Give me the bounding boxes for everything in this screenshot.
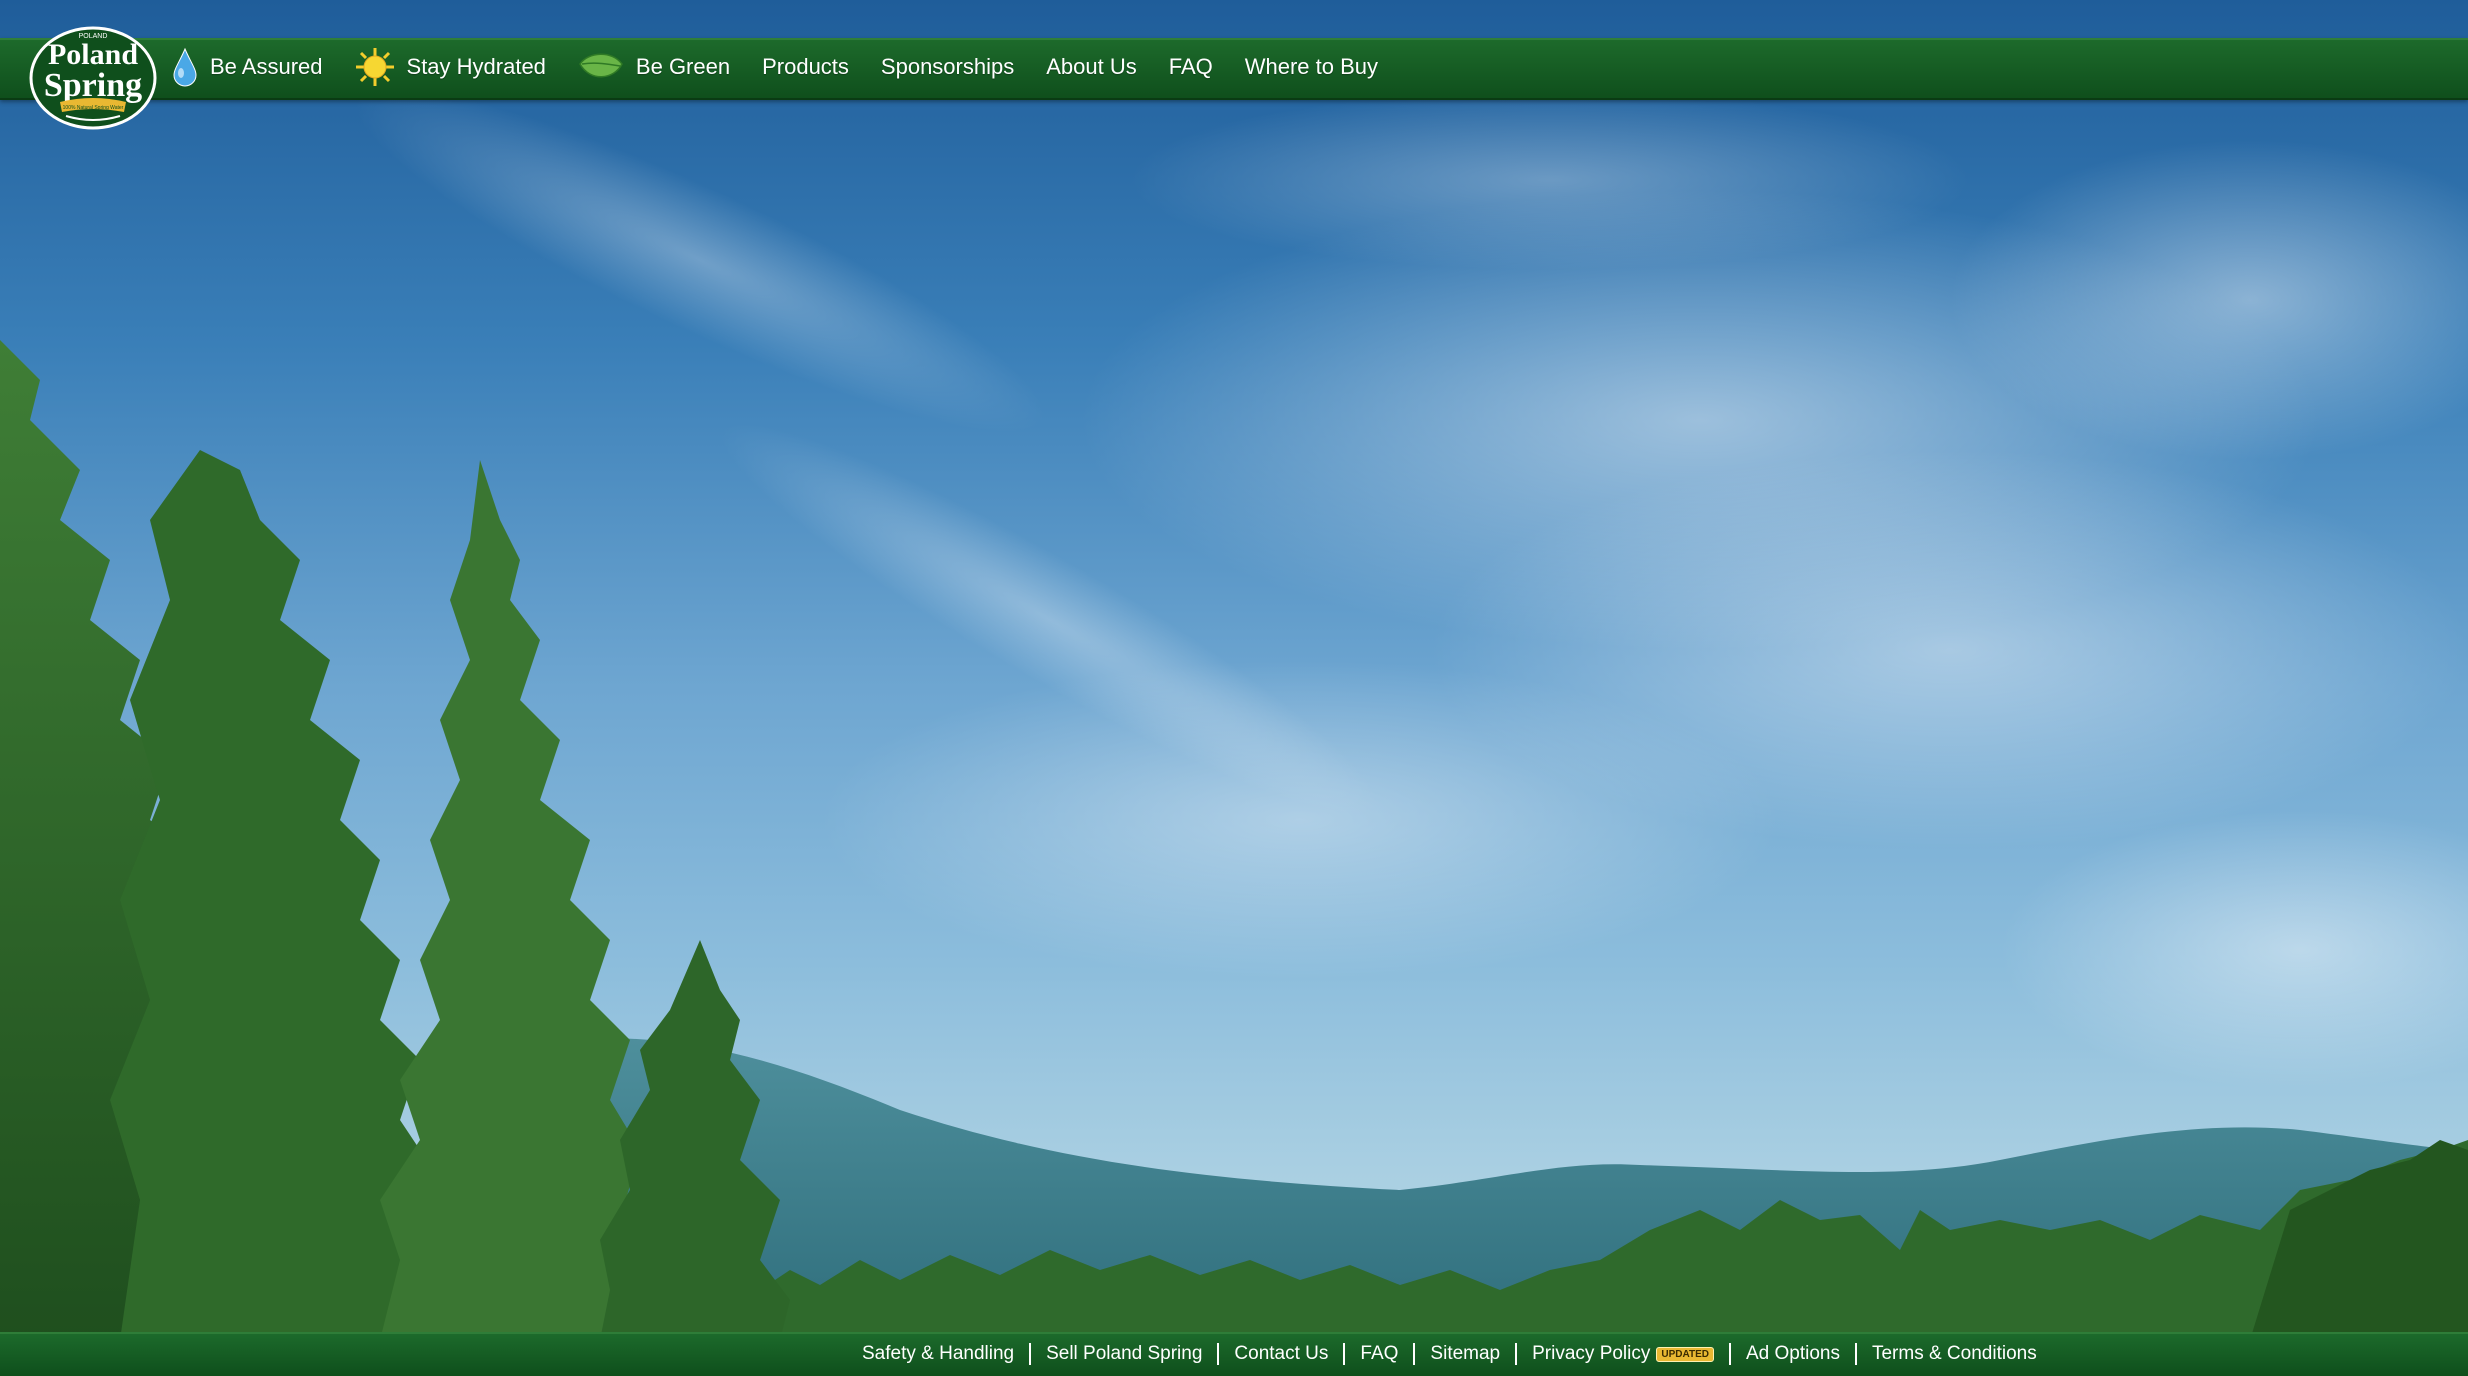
footer-sitemap[interactable]: Sitemap [1430,1343,1500,1365]
footer-divider [1515,1343,1518,1365]
footer-link-label: Privacy Policy [1532,1343,1651,1364]
footer-link-label: FAQ [1360,1343,1399,1364]
poland-spring-logo[interactable]: POLAND Poland Spring 100% Natural Spring… [26,20,160,132]
nav-where-to-buy[interactable]: Where to Buy [1245,54,1378,80]
nav-products[interactable]: Products [762,54,849,80]
nav-about-us[interactable]: About Us [1046,54,1137,80]
water-drop-icon [172,47,198,87]
footer-divider [1343,1343,1346,1365]
page: POLAND Poland Spring 100% Natural Spring… [0,0,2468,1376]
footer-link-label: Terms & Conditions [1871,1343,2037,1364]
nav-faq[interactable]: FAQ [1169,54,1213,80]
nav-label: FAQ [1168,54,1213,79]
nav-label: Sponsorships [880,54,1015,79]
footer-safety-handling[interactable]: Safety & Handling [862,1343,1014,1365]
svg-text:100% Natural Spring Water: 100% Natural Spring Water [63,105,124,111]
footer-divider [1854,1343,1857,1365]
footer-link-label: Ad Options [1745,1343,1840,1364]
updated-badge: UPDATED [1656,1346,1714,1362]
footer-contact-us[interactable]: Contact Us [1234,1343,1328,1365]
footer-link-label: Sitemap [1430,1343,1501,1364]
footer-privacy-policy[interactable]: Privacy Policy UPDATED [1532,1343,1714,1365]
nav-sponsorships[interactable]: Sponsorships [881,54,1014,80]
nav-label: Be Assured [210,54,323,79]
footer-links: Safety & Handling Sell Poland Spring Con… [862,1332,2037,1376]
nav-stay-hydrated[interactable]: Stay Hydrated [355,47,546,87]
footer-ad-options[interactable]: Ad Options [1746,1343,1840,1365]
footer-faq[interactable]: FAQ [1360,1343,1398,1365]
footer-link-label: Sell Poland Spring [1046,1343,1203,1364]
footer-divider [1217,1343,1220,1365]
main-nav: Be Assured Stay Hydrated Be Green Produc… [172,38,1410,96]
footer-link-label: Safety & Handling [862,1343,1015,1364]
footer-link-label: Contact Us [1234,1343,1329,1364]
nav-be-assured[interactable]: Be Assured [172,47,323,87]
nav-label: Stay Hydrated [406,54,546,79]
nav-be-green[interactable]: Be Green [578,50,730,84]
footer-divider [1413,1343,1416,1365]
footer-terms-conditions[interactable]: Terms & Conditions [1872,1343,2037,1365]
landscape-background [0,87,2468,1340]
leaf-icon [578,50,624,84]
nav-label: About Us [1046,54,1137,79]
sun-icon [355,47,395,87]
footer-sell-poland-spring[interactable]: Sell Poland Spring [1046,1343,1202,1365]
nav-label: Where to Buy [1244,54,1379,79]
footer-divider [1029,1343,1032,1365]
nav-label: Be Green [635,54,731,79]
footer-divider [1728,1343,1731,1365]
nav-label: Products [762,54,849,79]
